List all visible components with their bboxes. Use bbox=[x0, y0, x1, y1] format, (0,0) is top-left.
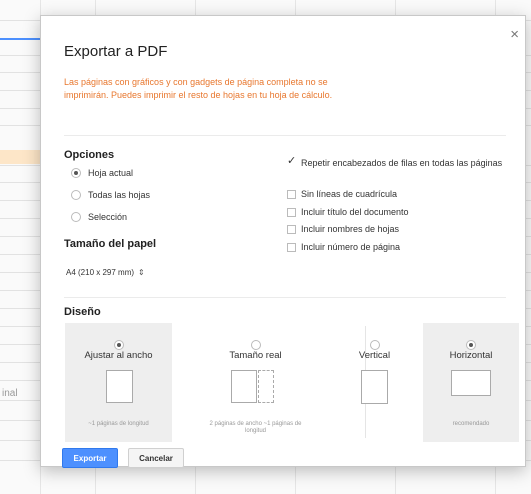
portrait-page-icon bbox=[361, 370, 388, 404]
orientation-label: Vertical bbox=[358, 350, 391, 361]
orientation-vertical[interactable]: Vertical bbox=[326, 323, 423, 442]
options-heading: Opciones bbox=[64, 149, 115, 161]
checkbox-label: Incluir número de página bbox=[301, 242, 401, 252]
checkbox-checked-icon bbox=[287, 155, 296, 168]
paper-size-heading: Tamaño del papel bbox=[64, 238, 157, 250]
radio-label: Todas las hojas bbox=[88, 190, 151, 200]
recommended-label: recomendado bbox=[452, 421, 490, 427]
radio-selection[interactable]: Selección bbox=[71, 212, 127, 222]
radio-selected-icon bbox=[113, 340, 124, 350]
radio-all-sheets[interactable]: Todas las hojas bbox=[71, 190, 150, 200]
layout-caption: ~1 páginas de longitud bbox=[88, 421, 149, 427]
check-no-gridlines[interactable]: Sin líneas de cuadrícula bbox=[287, 189, 397, 199]
landscape-page-icon bbox=[451, 370, 491, 396]
cancel-button[interactable]: Cancelar bbox=[128, 448, 184, 468]
radio-icon bbox=[250, 340, 261, 350]
radio-selected-icon bbox=[71, 168, 81, 178]
dialog-title: Exportar a PDF bbox=[64, 43, 168, 60]
radio-icon bbox=[71, 212, 81, 222]
check-page-number[interactable]: Incluir número de página bbox=[287, 242, 400, 252]
check-sheet-names[interactable]: Incluir nombres de hojas bbox=[287, 224, 399, 234]
design-heading: Diseño bbox=[64, 306, 101, 318]
divider bbox=[64, 297, 506, 298]
layout-actual-size[interactable]: Tamaño real 2 páginas de ancho ~1 página… bbox=[202, 323, 309, 442]
paper-size-select[interactable]: A4 (210 x 297 mm) ⇕ bbox=[66, 268, 145, 277]
checkbox-icon bbox=[287, 208, 296, 217]
layout-caption: 2 páginas de ancho ~1 páginas de longitu… bbox=[209, 421, 302, 434]
background-cell-text: inal bbox=[2, 388, 18, 399]
divider bbox=[64, 135, 506, 136]
checkbox-label: Incluir título del documento bbox=[301, 207, 409, 217]
radio-current-sheet[interactable]: Hoja actual bbox=[71, 168, 133, 178]
orientation-horizontal[interactable]: Horizontal recomendado bbox=[423, 323, 519, 442]
export-button[interactable]: Exportar bbox=[62, 448, 118, 468]
warning-message: Las páginas con gráficos y con gadgets d… bbox=[64, 77, 333, 100]
orientation-label: Horizontal bbox=[449, 350, 493, 361]
page-preview-icon bbox=[106, 370, 133, 403]
export-pdf-dialog: × Exportar a PDF Las páginas con gráfico… bbox=[40, 15, 526, 467]
radio-selected-icon bbox=[466, 340, 476, 350]
select-arrows-icon: ⇕ bbox=[138, 268, 145, 277]
checkbox-icon bbox=[287, 190, 296, 199]
radio-icon bbox=[369, 340, 380, 350]
checkbox-icon bbox=[287, 225, 296, 234]
paper-size-value: A4 (210 x 297 mm) bbox=[66, 268, 135, 277]
checkbox-label: Sin líneas de cuadrícula bbox=[301, 189, 398, 199]
check-doc-title[interactable]: Incluir título del documento bbox=[287, 207, 409, 217]
page-preview-icon bbox=[258, 370, 274, 403]
layout-label: Ajustar al ancho bbox=[84, 350, 153, 361]
close-icon[interactable]: × bbox=[510, 26, 519, 43]
radio-icon bbox=[71, 190, 81, 200]
radio-label: Selección bbox=[88, 212, 128, 222]
layout-label: Tamaño real bbox=[229, 350, 282, 361]
radio-label: Hoja actual bbox=[88, 168, 134, 178]
checkbox-label: Incluir nombres de hojas bbox=[301, 224, 400, 234]
check-repeat-headers[interactable]: Repetir encabezados de filas en todas la… bbox=[287, 155, 505, 170]
page-preview-icon bbox=[231, 370, 257, 403]
checkbox-label: Repetir encabezados de filas en todas la… bbox=[301, 158, 503, 168]
checkbox-icon bbox=[287, 243, 296, 252]
layout-fit-width[interactable]: Ajustar al ancho ~1 páginas de longitud bbox=[65, 323, 172, 442]
